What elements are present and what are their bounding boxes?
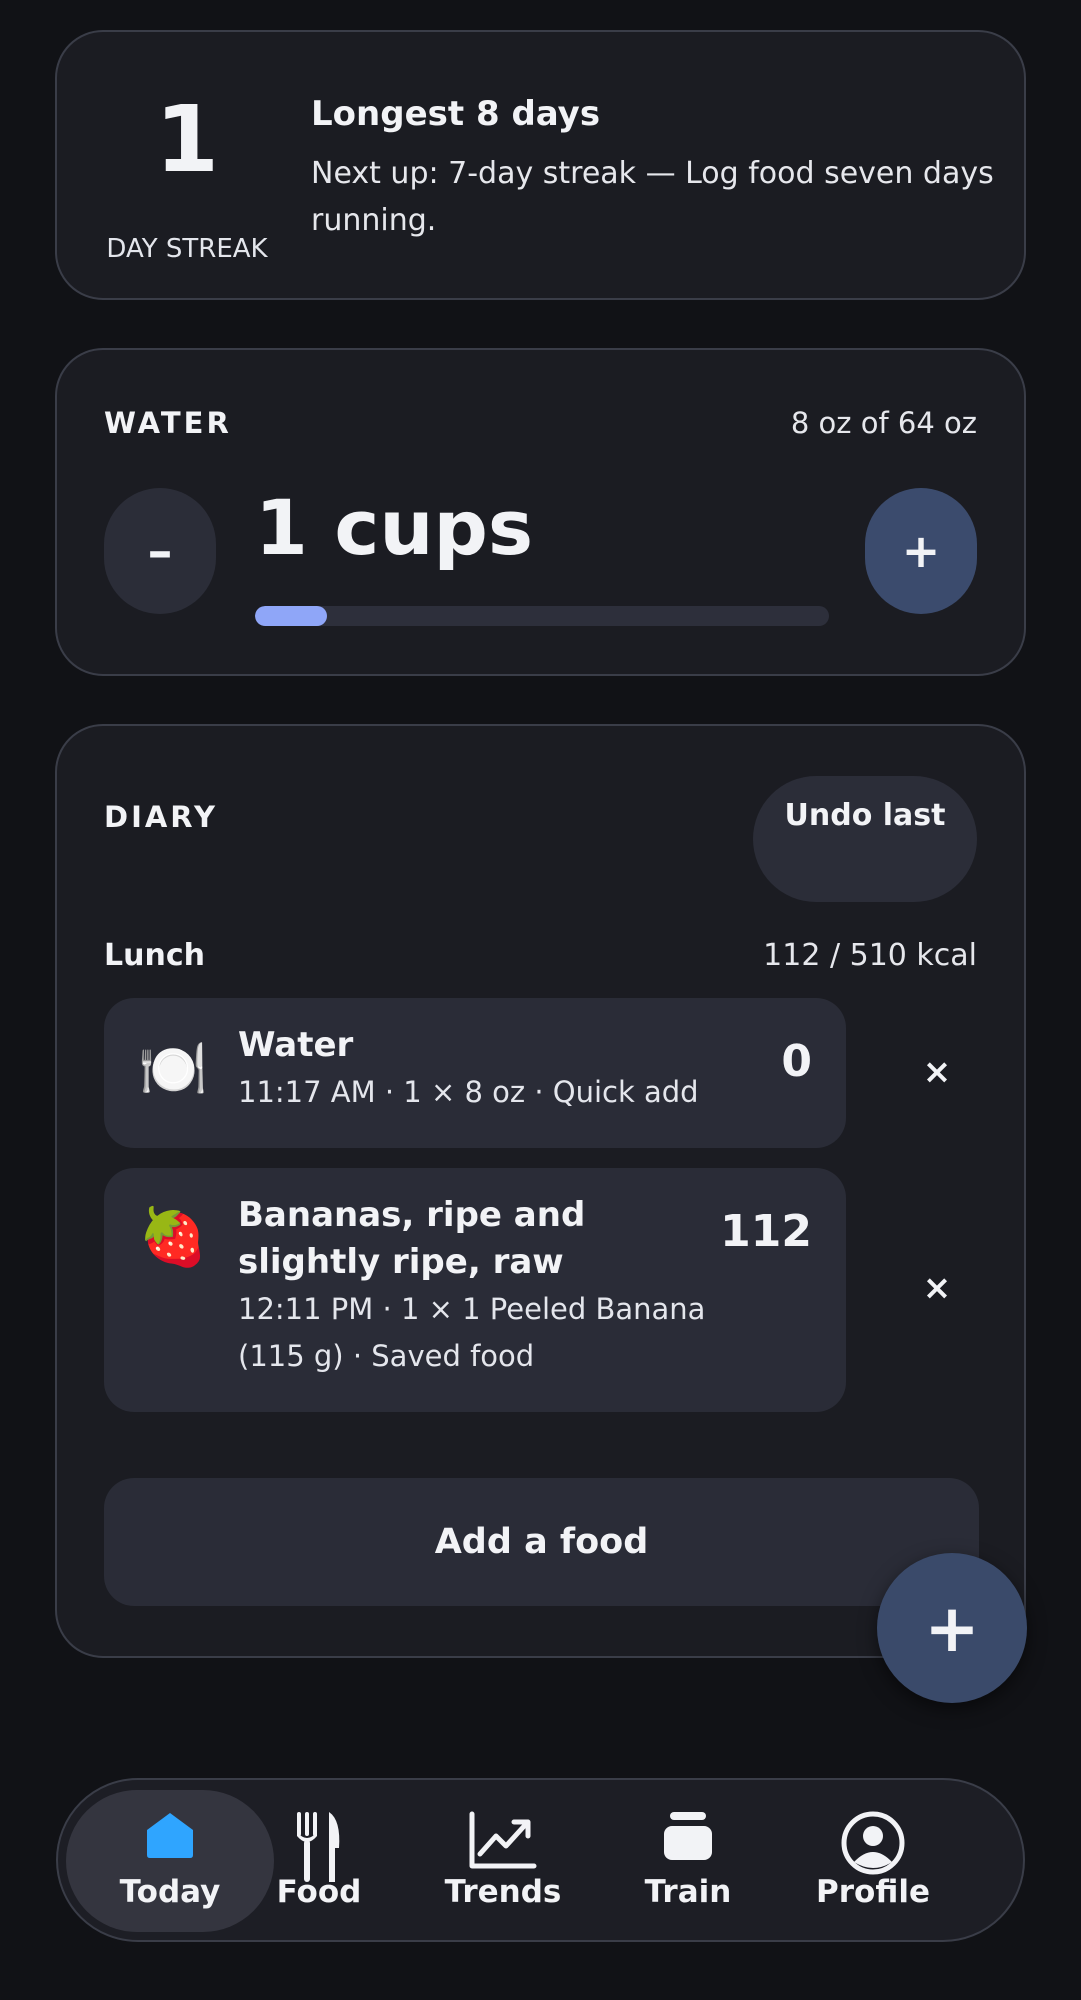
- water-progress-bar: [255, 606, 829, 626]
- nav-item-train[interactable]: Train: [595, 1790, 781, 1932]
- trend-chart-icon: [469, 1811, 537, 1869]
- water-card: WATER 8 oz of 64 oz – 1 cups +: [55, 348, 1026, 676]
- entry-name: Bananas, ripe and slightly ripe, raw: [238, 1195, 586, 1282]
- profile-icon: [841, 1811, 905, 1875]
- water-label: WATER: [104, 406, 232, 440]
- water-increase-button[interactable]: +: [865, 488, 977, 614]
- streak-label: DAY STREAK: [106, 234, 268, 264]
- nav-label: Trends: [444, 1874, 562, 1910]
- add-food-button[interactable]: Add a food: [104, 1478, 979, 1606]
- meal-kcal: 112 / 510 kcal: [763, 938, 977, 973]
- entry-name: Water: [238, 1025, 354, 1065]
- water-decrease-button[interactable]: –: [104, 488, 216, 614]
- diary-card: DIARY Undo last Lunch 112 / 510 kcal 🍽️ …: [55, 724, 1026, 1658]
- meal-name: Lunch: [104, 938, 205, 973]
- nav-label: Train: [644, 1874, 732, 1910]
- longest-streak: Longest 8 days: [311, 94, 601, 134]
- water-amount: 8 oz of 64 oz: [790, 406, 977, 440]
- nav-label: Profile: [816, 1874, 930, 1910]
- add-fab-button[interactable]: +: [877, 1553, 1027, 1703]
- remove-entry-button[interactable]: ×: [897, 1032, 977, 1112]
- train-icon: [664, 1812, 712, 1860]
- nav-label: Today: [119, 1874, 221, 1910]
- bottom-nav: Today Food Trends Train Profile: [56, 1778, 1025, 1942]
- nav-item-food[interactable]: Food: [226, 1790, 412, 1932]
- home-icon: [147, 1813, 193, 1858]
- nav-item-trends[interactable]: Trends: [410, 1790, 596, 1932]
- water-progress-fill: [255, 606, 327, 626]
- streak-count: 1: [154, 86, 219, 193]
- next-streak-goal: Next up: 7-day streak — Log food seven d…: [311, 156, 994, 238]
- entry-kcal: 0: [781, 1036, 812, 1087]
- entry-detail: 11:17 AM · 1 × 8 oz · Quick add: [238, 1075, 699, 1109]
- strawberry-icon: 🍓: [138, 1205, 208, 1270]
- streak-card: 1 DAY STREAK Longest 8 days Next up: 7-d…: [55, 30, 1026, 300]
- entry-kcal: 112: [720, 1206, 812, 1257]
- nav-item-profile[interactable]: Profile: [780, 1790, 966, 1932]
- diary-entry[interactable]: 🍓 Bananas, ripe and slightly ripe, raw 1…: [104, 1168, 846, 1412]
- fork-knife-icon: [297, 1812, 340, 1882]
- plate-icon: 🍽️: [138, 1037, 208, 1102]
- diary-entry[interactable]: 🍽️ Water 11:17 AM · 1 × 8 oz · Quick add…: [104, 998, 846, 1148]
- diary-label: DIARY: [104, 800, 219, 834]
- undo-last-button[interactable]: Undo last: [753, 776, 977, 902]
- water-cups: 1 cups: [255, 483, 534, 572]
- remove-entry-button[interactable]: ×: [897, 1248, 977, 1328]
- entry-detail: 12:11 PM · 1 × 1 Peeled Banana (115 g) ·…: [238, 1292, 706, 1373]
